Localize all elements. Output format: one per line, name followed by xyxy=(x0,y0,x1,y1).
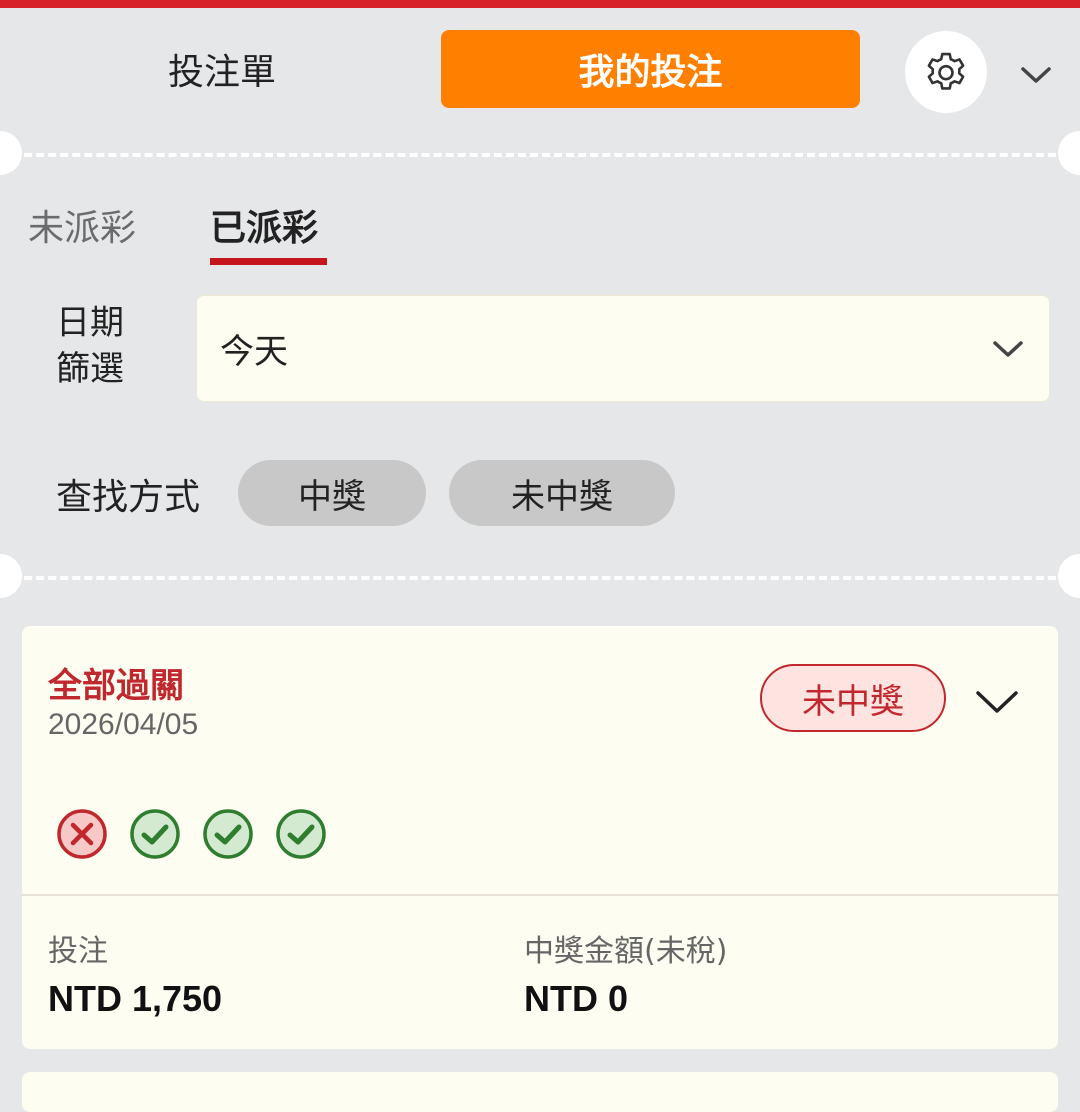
date-filter-select[interactable]: 今天 xyxy=(196,295,1050,402)
card-divider xyxy=(22,894,1058,896)
top-accent-bar xyxy=(0,0,1080,8)
win-check-icon xyxy=(203,809,253,859)
card-expand-button[interactable] xyxy=(972,682,1022,722)
chevron-down-icon xyxy=(976,691,1018,713)
date-filter-label: 日期篩選 xyxy=(56,303,124,389)
tab-settled[interactable]: 已派彩 xyxy=(210,190,318,260)
header-bar: 投注單 我的投注 xyxy=(0,8,1080,130)
tab-my-bets[interactable]: 我的投注 xyxy=(441,30,860,108)
search-method-label: 查找方式 xyxy=(56,477,201,518)
stake-label: 投注 xyxy=(48,934,108,969)
active-tab-indicator xyxy=(210,258,327,265)
header-expand-button[interactable] xyxy=(1016,55,1056,95)
settings-button[interactable] xyxy=(905,31,987,113)
chevron-down-icon xyxy=(1021,67,1051,83)
chevron-down-icon xyxy=(988,329,1028,369)
win-check-icon xyxy=(276,809,326,859)
gear-icon xyxy=(927,52,965,90)
date-filter-value: 今天 xyxy=(220,332,288,372)
dashed-divider xyxy=(0,153,1080,157)
tab-betslip[interactable]: 投注單 xyxy=(22,30,422,108)
bet-card-next[interactable] xyxy=(22,1072,1058,1112)
leg-results xyxy=(56,808,327,860)
win-check-icon xyxy=(130,809,180,859)
bet-type-title: 全部過關 xyxy=(48,666,184,706)
payout-value: NTD 0 xyxy=(524,978,629,1019)
status-badge: 未中獎 xyxy=(760,664,946,732)
loss-x-icon xyxy=(57,809,107,859)
filter-lose-pill[interactable]: 未中獎 xyxy=(449,460,675,526)
filter-win-pill[interactable]: 中獎 xyxy=(238,460,426,526)
bet-date: 2026/04/05 xyxy=(48,708,199,741)
stake-value: NTD 1,750 xyxy=(48,978,223,1019)
payout-label: 中獎金額(未稅) xyxy=(524,934,728,969)
tab-unsettled[interactable]: 未派彩 xyxy=(28,190,136,260)
bet-card[interactable]: 全部過關 2026/04/05 未中獎 投注 NTD 1,750 中獎金額(未稅… xyxy=(22,626,1058,1049)
dashed-divider xyxy=(0,576,1080,580)
